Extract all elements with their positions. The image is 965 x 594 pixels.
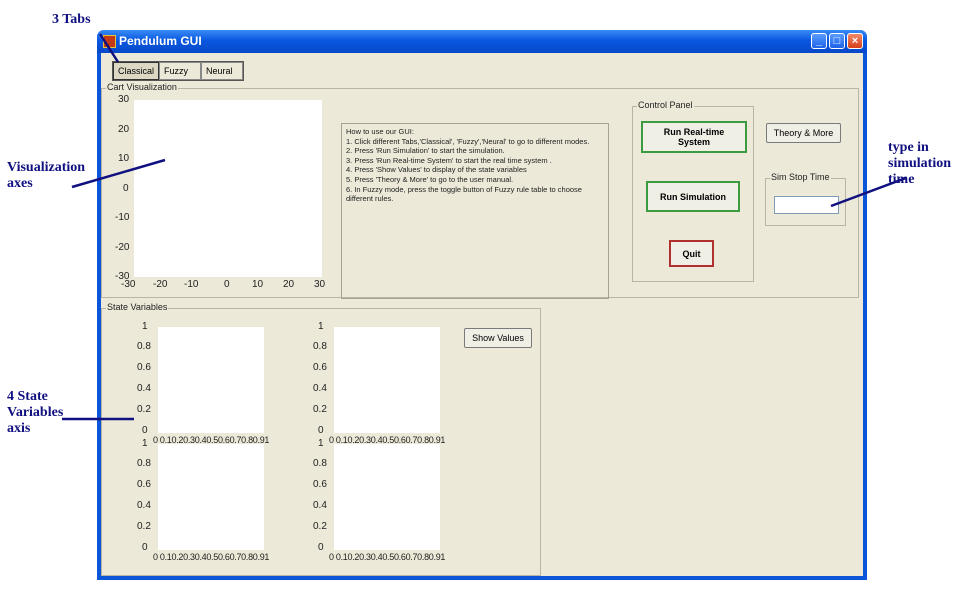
y-tick: 0.8	[137, 458, 151, 469]
annotation-visualization: Visualization axes	[7, 160, 86, 191]
minimize-icon[interactable]: _	[811, 33, 827, 49]
y-tick: 0.6	[313, 479, 327, 490]
y-tick: 0.4	[313, 383, 327, 394]
y-tick: 0.6	[137, 479, 151, 490]
y-tick: 1	[318, 321, 324, 332]
state-axes-3-x-ticks: 0 0.10.20.30.40.50.60.70.80.91	[153, 552, 270, 562]
state-axes-4-x-ticks: 0 0.10.20.30.40.50.60.70.80.91	[329, 552, 446, 562]
y-tick: 0.8	[313, 458, 327, 469]
y-tick: 0.8	[313, 341, 327, 352]
control-panel-label: Control Panel	[637, 100, 694, 110]
instructions-line: 1. Click different Tabs,'Classical', 'Fu…	[346, 136, 590, 146]
app-window: Pendulum GUI _ □ × Classical Fuzzy Neura…	[97, 30, 867, 580]
y-tick: 0.8	[137, 341, 151, 352]
x-tick: 0	[224, 279, 230, 290]
annotation-tabs: 3 Tabs	[52, 12, 91, 27]
y-tick: -20	[115, 242, 130, 253]
matlab-icon	[103, 35, 116, 48]
tab-classical[interactable]: Classical	[113, 62, 160, 80]
tab-bar: Classical Fuzzy Neural	[112, 61, 245, 81]
y-tick: 0	[318, 542, 324, 553]
y-tick: 0.2	[137, 521, 151, 532]
x-tick: -20	[153, 279, 168, 290]
window-title: Pendulum GUI	[119, 34, 202, 48]
theory-and-more-button[interactable]: Theory & More	[766, 123, 841, 143]
title-bar: Pendulum GUI _ □ ×	[97, 30, 867, 53]
state-axes-2-x-ticks: 0 0.10.20.30.40.50.60.70.80.91	[329, 435, 446, 445]
y-tick: -10	[115, 212, 130, 223]
x-tick: 30	[314, 279, 326, 290]
y-tick: 0.2	[313, 521, 327, 532]
y-tick: 10	[118, 153, 130, 164]
state-variables-label: State Variables	[106, 302, 169, 312]
y-tick: 0.2	[313, 404, 327, 415]
close-icon[interactable]: ×	[847, 33, 863, 49]
state-axes-3	[158, 444, 264, 550]
instructions-text: How to use our GUI: 1. Click different T…	[341, 123, 609, 299]
y-tick: 0	[142, 542, 148, 553]
x-tick: 10	[252, 279, 264, 290]
tab-neural[interactable]: Neural	[201, 62, 244, 80]
sim-stop-time-input[interactable]	[774, 196, 839, 214]
annotation-state-variables: 4 State Variables axis	[7, 389, 64, 436]
y-tick: 0.6	[137, 362, 151, 373]
y-tick: 20	[118, 124, 130, 135]
show-values-button[interactable]: Show Values	[464, 328, 532, 348]
run-simulation-button[interactable]: Run Simulation	[646, 181, 740, 212]
state-axes-1	[158, 327, 264, 433]
y-tick: 0.6	[313, 362, 327, 373]
sim-stop-time-label: Sim Stop Time	[770, 172, 831, 182]
y-tick: 0	[123, 183, 129, 194]
y-tick: 0.4	[313, 500, 327, 511]
x-tick: 20	[283, 279, 295, 290]
y-tick: 1	[142, 438, 148, 449]
y-tick: 1	[142, 321, 148, 332]
x-tick: -30	[121, 279, 136, 290]
state-axes-1-x-ticks: 0 0.10.20.30.40.50.60.70.80.91	[153, 435, 270, 445]
y-tick: 0.4	[137, 383, 151, 394]
instructions-line: 5. Press 'Theory & More' to go to the us…	[346, 174, 514, 184]
y-tick: 0.2	[137, 404, 151, 415]
cart-axes	[134, 100, 322, 277]
figure-area: Classical Fuzzy Neural Cart Visualizatio…	[101, 53, 863, 576]
run-realtime-button[interactable]: Run Real-time System	[641, 121, 747, 153]
instructions-line: 2. Press 'Run Simulation' to start the s…	[346, 146, 505, 156]
maximize-icon[interactable]: □	[829, 33, 845, 49]
y-tick: 1	[318, 438, 324, 449]
y-tick: 0.4	[137, 500, 151, 511]
quit-button[interactable]: Quit	[669, 240, 714, 267]
y-tick: 0	[142, 425, 148, 436]
state-axes-2	[334, 327, 440, 433]
instructions-line: 4. Press 'Show Values' to display of the…	[346, 165, 527, 175]
tab-fuzzy[interactable]: Fuzzy	[159, 62, 202, 80]
state-axes-4	[334, 444, 440, 550]
y-tick: 0	[318, 425, 324, 436]
x-tick: -10	[184, 279, 199, 290]
instructions-line: 6. In Fuzzy mode, press the toggle butto…	[346, 184, 582, 204]
cart-visualization-label: Cart Visualization	[106, 82, 178, 92]
annotation-sim-time: type in simulation time	[888, 140, 952, 187]
instructions-line: 3. Press 'Run Real-time System' to start…	[346, 155, 552, 165]
y-tick: 30	[118, 94, 130, 105]
instructions-line: How to use our GUI:	[346, 127, 414, 136]
